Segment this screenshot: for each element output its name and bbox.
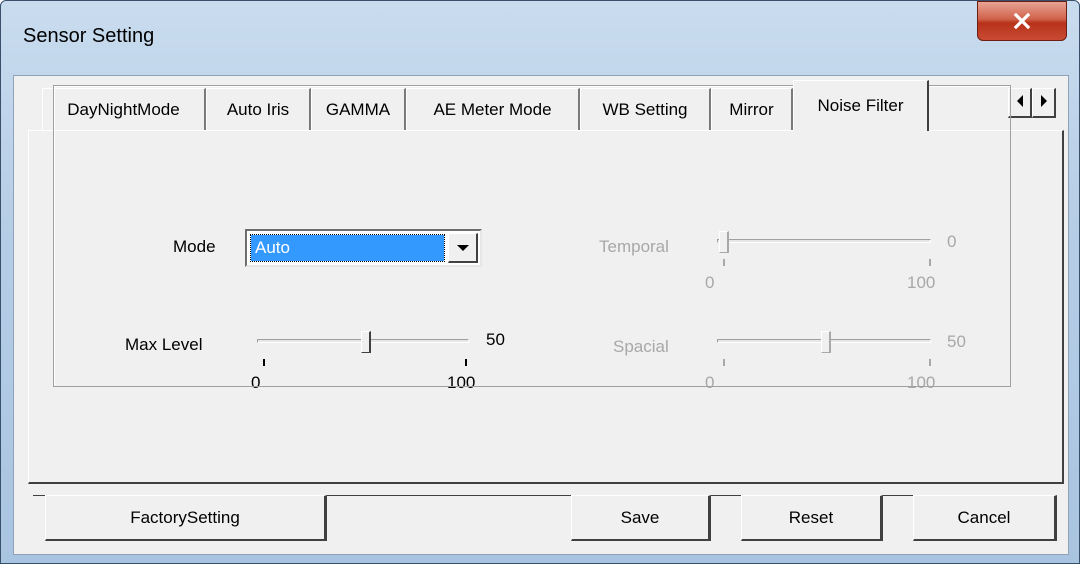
tab-noise-filter[interactable]: Noise Filter <box>793 80 929 131</box>
reset-label: Reset <box>788 507 834 527</box>
factory-setting-button[interactable]: FactorySetting <box>45 495 327 541</box>
save-label: Save <box>620 507 660 527</box>
tab-scroll-right-button[interactable] <box>1032 88 1056 118</box>
cancel-button[interactable]: Cancel <box>913 495 1057 541</box>
cancel-label: Cancel <box>957 507 1011 527</box>
close-button[interactable] <box>977 1 1067 41</box>
triangle-right-icon <box>1040 94 1048 112</box>
tab-label: Noise Filter <box>817 96 904 115</box>
close-icon <box>1013 13 1031 29</box>
tab-scroll-left-button[interactable] <box>1008 88 1032 118</box>
window-title: Sensor Setting <box>23 25 155 47</box>
sensor-setting-window: Sensor Setting DayNightMode Auto Iris GA… <box>0 0 1080 564</box>
title-bar[interactable]: Sensor Setting <box>1 1 1079 75</box>
save-button[interactable]: Save <box>571 495 711 541</box>
factory-setting-label: FactorySetting <box>130 507 240 527</box>
triangle-left-icon <box>1016 94 1024 112</box>
reset-button[interactable]: Reset <box>741 495 883 541</box>
